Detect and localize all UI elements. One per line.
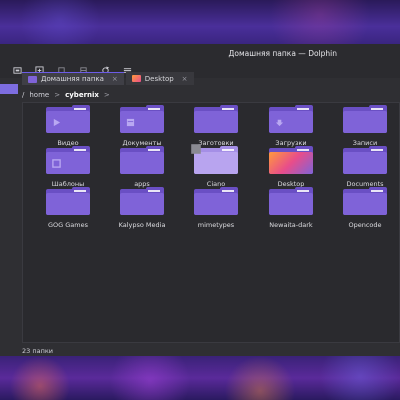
folder-item[interactable]: Kalypso Media xyxy=(105,187,179,229)
icons-view-icon xyxy=(12,66,22,74)
folder-item[interactable]: apps xyxy=(105,146,179,188)
folder-item[interactable]: Заготовки xyxy=(179,105,253,147)
chevron-right-icon: > xyxy=(54,91,61,99)
folder-item[interactable]: Desktop xyxy=(254,146,328,188)
folder-item[interactable]: Шаблоны xyxy=(31,146,105,188)
tab-label: Домашняя папка xyxy=(41,75,104,83)
folder-label: mimetypes xyxy=(197,221,235,229)
folder-icon xyxy=(269,146,313,176)
chevron-right-icon: > xyxy=(103,91,110,99)
window-titlebar[interactable]: Домашняя папка — Dolphin xyxy=(0,44,400,62)
folder-icon xyxy=(191,144,238,176)
folder-icon xyxy=(269,105,313,135)
file-view[interactable]: Видео Документы Заготовки Загрузки Записи Шаб… xyxy=(22,102,400,343)
folder-icon xyxy=(194,187,238,217)
breadcrumb: / home > cybernix > xyxy=(22,88,110,102)
tab-bar: Домашняя папка × Desktop × xyxy=(22,72,194,85)
folder-item[interactable]: GOG Games xyxy=(31,187,105,229)
tab-home[interactable]: Домашняя папка × xyxy=(22,72,124,85)
folder-label: Kalypso Media xyxy=(118,221,166,229)
folder-icon xyxy=(194,105,238,135)
folder-item[interactable]: Opencode xyxy=(328,187,400,229)
status-text: 23 папки xyxy=(22,347,53,355)
folder-icon xyxy=(269,187,313,217)
folder-item[interactable]: Ciano xyxy=(179,144,253,188)
folder-item[interactable]: Записи xyxy=(328,105,400,147)
desktop-wallpaper-top xyxy=(0,0,400,44)
dolphin-window: Домашняя папка — Dolphin Домашняя папка … xyxy=(0,44,400,356)
folder-icon xyxy=(46,105,90,135)
breadcrumb-current[interactable]: cybernix xyxy=(65,91,99,99)
tab-label: Desktop xyxy=(144,74,174,83)
folder-icon xyxy=(343,146,387,176)
folder-icon xyxy=(343,187,387,217)
window-title: Домашняя папка — Dolphin xyxy=(228,48,337,58)
folder-item[interactable]: Documents xyxy=(328,146,400,188)
desktop-wallpaper-bottom xyxy=(0,356,400,400)
folder-label: Opencode xyxy=(348,221,382,229)
desktop-folder-icon xyxy=(131,75,141,82)
folder-item[interactable]: mimetypes xyxy=(179,187,253,229)
folder-icon xyxy=(120,105,164,135)
folder-icon xyxy=(46,146,90,176)
folder-icon xyxy=(46,187,90,217)
folder-item[interactable]: Загрузки xyxy=(254,105,328,147)
close-icon[interactable]: × xyxy=(182,75,188,83)
folder-label: Newaita-dark xyxy=(269,221,313,229)
folder-item[interactable]: Видео xyxy=(31,105,105,147)
folder-item[interactable]: Документы xyxy=(105,105,179,147)
tab-desktop[interactable]: Desktop × xyxy=(125,72,194,85)
breadcrumb-root[interactable]: / xyxy=(22,91,24,99)
folder-icon xyxy=(28,75,37,83)
folder-item[interactable]: Newaita-dark xyxy=(254,187,328,229)
breadcrumb-home[interactable]: home xyxy=(29,91,49,99)
folder-icon xyxy=(343,105,387,135)
folder-label: GOG Games xyxy=(48,221,88,229)
folder-icon xyxy=(120,146,164,176)
status-bar: 23 папки xyxy=(22,347,53,355)
places-panel-selection[interactable] xyxy=(0,84,18,94)
folder-icon xyxy=(120,187,164,217)
close-icon[interactable]: × xyxy=(112,75,118,83)
